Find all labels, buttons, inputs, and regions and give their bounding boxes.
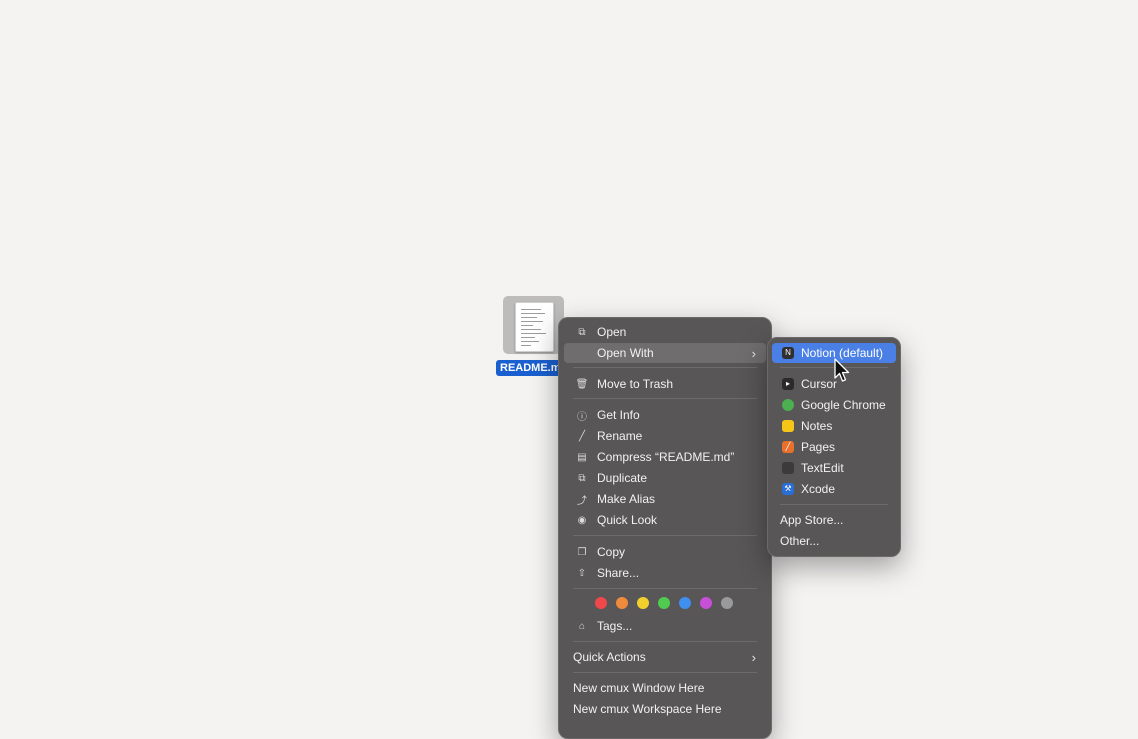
mouse-pointer-icon	[834, 358, 850, 382]
copy-icon: ❐	[577, 546, 587, 558]
separator	[780, 504, 888, 505]
tag-yellow[interactable]	[637, 597, 649, 609]
separator	[573, 672, 757, 673]
submenu-item-pages[interactable]: ╱ Pages	[772, 437, 896, 457]
open-icon: ⧉	[578, 326, 586, 338]
chrome-icon	[782, 399, 794, 411]
submenu-item-google-chrome[interactable]: Google Chrome	[772, 395, 896, 415]
tag-colors-row	[595, 597, 733, 611]
separator	[573, 641, 757, 642]
menu-item-copy[interactable]: ❐ Copy	[564, 542, 766, 562]
chevron-right-icon: ›	[751, 649, 756, 665]
alias-icon: ⤴	[577, 495, 587, 507]
submenu-item-other[interactable]: Other...	[772, 531, 896, 551]
tag-green[interactable]	[658, 597, 670, 609]
pages-icon: ╱	[782, 441, 794, 453]
menu-item-new-cmux-workspace[interactable]: New cmux Workspace Here	[564, 699, 766, 719]
document-thumbnail-icon	[515, 302, 554, 352]
info-icon: ⓘ	[577, 411, 587, 423]
menu-item-move-to-trash[interactable]: 🗑 Move to Trash	[564, 374, 766, 394]
tag-icon: ⌂	[578, 620, 586, 632]
separator	[573, 367, 757, 368]
menu-item-open-with[interactable]: Open With ›	[564, 343, 766, 363]
separator	[573, 398, 757, 399]
submenu-item-app-store[interactable]: App Store...	[772, 510, 896, 530]
share-icon: ⇧	[577, 567, 587, 579]
separator	[573, 588, 757, 589]
notes-icon	[782, 420, 794, 432]
notion-icon: N	[782, 347, 794, 359]
cursor-app-icon: ▸	[782, 378, 794, 390]
submenu-item-xcode[interactable]: ⚒ Xcode	[772, 479, 896, 499]
menu-item-compress[interactable]: ▤ Compress “README.md”	[564, 447, 766, 467]
pencil-icon: ╱	[578, 430, 586, 442]
menu-item-new-cmux-window[interactable]: New cmux Window Here	[564, 678, 766, 698]
tag-orange[interactable]	[616, 597, 628, 609]
menu-item-get-info[interactable]: ⓘ Get Info	[564, 405, 766, 425]
xcode-icon: ⚒	[782, 483, 794, 495]
menu-item-rename[interactable]: ╱ Rename	[564, 426, 766, 446]
menu-item-share[interactable]: ⇧ Share...	[564, 563, 766, 583]
eye-icon: ◉	[577, 514, 587, 526]
tag-purple[interactable]	[700, 597, 712, 609]
menu-item-make-alias[interactable]: ⤴ Make Alias	[564, 489, 766, 509]
menu-item-open[interactable]: ⧉ Open	[564, 322, 766, 342]
trash-icon: 🗑	[575, 378, 589, 390]
menu-item-quick-look[interactable]: ◉ Quick Look	[564, 510, 766, 530]
separator	[573, 535, 757, 536]
submenu-item-textedit[interactable]: TextEdit	[772, 458, 896, 478]
submenu-item-notes[interactable]: Notes	[772, 416, 896, 436]
textedit-icon	[782, 462, 794, 474]
menu-item-tags[interactable]: ⌂ Tags...	[564, 616, 766, 636]
duplicate-icon: ⧉	[578, 472, 586, 484]
tag-red[interactable]	[595, 597, 607, 609]
menu-item-duplicate[interactable]: ⧉ Duplicate	[564, 468, 766, 488]
tag-gray[interactable]	[721, 597, 733, 609]
menu-item-quick-actions[interactable]: Quick Actions ›	[564, 647, 766, 667]
context-menu: ⧉ Open Open With › 🗑 Move to Trash ⓘ Get…	[558, 317, 772, 739]
tag-blue[interactable]	[679, 597, 691, 609]
chevron-right-icon: ›	[751, 345, 756, 361]
archive-icon: ▤	[577, 451, 587, 463]
